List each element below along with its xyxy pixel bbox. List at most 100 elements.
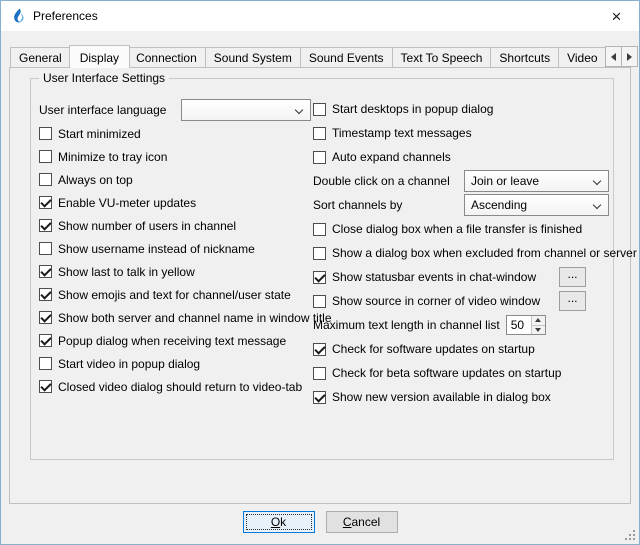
checkbox-username-instead-nickname[interactable]: Show username instead of nickname [39, 237, 311, 260]
ok-button-label: Ok [271, 515, 286, 529]
checkbox-label: Show statusbar events in chat-window [332, 270, 536, 284]
sort-channels-combobox[interactable]: Ascending [464, 194, 609, 216]
checkbox-label: Check for software updates on startup [332, 342, 535, 356]
close-icon: × [612, 8, 622, 25]
checkbox-label: Show number of users in channel [58, 219, 236, 233]
checkbox-show-number-of-users[interactable]: Show number of users in channel [39, 214, 311, 237]
statusbar-events-row: Show statusbar events in chat-window ... [313, 265, 609, 289]
checkbox-minimize-to-tray[interactable]: Minimize to tray icon [39, 145, 311, 168]
sort-channels-row: Sort channels by Ascending [313, 193, 609, 217]
checkbox-box [39, 311, 52, 324]
checkbox-box [313, 127, 326, 140]
tab-text-to-speech[interactable]: Text To Speech [392, 47, 492, 68]
max-text-length-label: Maximum text length in channel list [313, 318, 500, 332]
checkbox-box [313, 343, 326, 356]
checkbox-box [313, 391, 326, 404]
resize-grip[interactable] [624, 529, 636, 541]
checkbox-video-source-corner[interactable]: Show source in corner of video window [313, 294, 540, 308]
spin-up-button[interactable] [532, 316, 545, 326]
tab-connection[interactable]: Connection [127, 47, 206, 68]
tab-video[interactable]: Video [558, 47, 606, 68]
left-column: User interface language Start minimized … [39, 97, 311, 398]
double-click-label: Double click on a channel [313, 174, 450, 188]
tab-display[interactable]: Display [69, 45, 130, 68]
checkbox-statusbar-events[interactable]: Show statusbar events in chat-window [313, 270, 536, 284]
checkbox-start-desktops-popup[interactable]: Start desktops in popup dialog [313, 97, 609, 121]
checkbox-label: Check for beta software updates on start… [332, 366, 561, 380]
checkbox-label: Show username instead of nickname [58, 242, 255, 256]
checkbox-box [313, 151, 326, 164]
checkbox-closed-video-return[interactable]: Closed video dialog should return to vid… [39, 375, 311, 398]
titlebar[interactable]: Preferences × [1, 1, 639, 31]
checkbox-vu-meter-updates[interactable]: Enable VU-meter updates [39, 191, 311, 214]
statusbar-events-options-button[interactable]: ... [559, 267, 586, 287]
checkbox-close-on-file-transfer[interactable]: Close dialog box when a file transfer is… [313, 217, 609, 241]
checkbox-timestamp-messages[interactable]: Timestamp text messages [313, 121, 609, 145]
tab-shortcuts[interactable]: Shortcuts [490, 47, 559, 68]
tab-sound-system[interactable]: Sound System [205, 47, 301, 68]
checkbox-box [313, 247, 326, 260]
tab-scroll-left-button[interactable] [605, 46, 622, 67]
checkbox-label: Show last to talk in yellow [58, 265, 195, 279]
arrow-right-icon [627, 53, 632, 61]
checkbox-label: Show source in corner of video window [332, 294, 540, 308]
arrow-up-icon [535, 318, 541, 322]
sort-channels-label: Sort channels by [313, 198, 402, 212]
window-title: Preferences [33, 9, 98, 23]
checkbox-box [39, 173, 52, 186]
language-combobox[interactable] [181, 99, 311, 121]
checkbox-label: Always on top [58, 173, 133, 187]
checkbox-label: Close dialog box when a file transfer is… [332, 222, 582, 236]
checkbox-label: Start video in popup dialog [58, 357, 200, 371]
arrow-left-icon [611, 53, 616, 61]
tab-scroll-right-button[interactable] [621, 46, 638, 67]
tab-bar: General Display Connection Sound System … [10, 44, 610, 68]
checkbox-label: Timestamp text messages [332, 126, 472, 140]
checkbox-check-software-updates[interactable]: Check for software updates on startup [313, 337, 609, 361]
checkbox-label: Show a dialog box when excluded from cha… [332, 246, 637, 260]
video-source-options-button[interactable]: ... [559, 291, 586, 311]
checkbox-label: Enable VU-meter updates [58, 196, 196, 210]
spinner-value: 50 [507, 316, 531, 334]
double-click-row: Double click on a channel Join or leave [313, 169, 609, 193]
checkbox-emojis-and-text-state[interactable]: Show emojis and text for channel/user st… [39, 283, 311, 306]
checkbox-box [39, 380, 52, 393]
checkbox-label: Show new version available in dialog box [332, 390, 551, 404]
combobox-value: Join or leave [471, 174, 539, 188]
checkbox-show-new-version[interactable]: Show new version available in dialog box [313, 385, 609, 409]
double-click-combobox[interactable]: Join or leave [464, 170, 609, 192]
checkbox-box [39, 334, 52, 347]
checkbox-label: Closed video dialog should return to vid… [58, 380, 302, 394]
checkbox-check-beta-updates[interactable]: Check for beta software updates on start… [313, 361, 609, 385]
checkbox-label: Popup dialog when receiving text message [58, 334, 286, 348]
arrow-down-icon [535, 328, 541, 332]
tab-general[interactable]: General [10, 47, 71, 68]
max-text-length-row: Maximum text length in channel list 50 [313, 313, 609, 337]
tab-sound-events[interactable]: Sound Events [300, 47, 393, 68]
checkbox-auto-expand-channels[interactable]: Auto expand channels [313, 145, 609, 169]
checkbox-last-to-talk-yellow[interactable]: Show last to talk in yellow [39, 260, 311, 283]
checkbox-server-channel-in-title[interactable]: Show both server and channel name in win… [39, 306, 311, 329]
spin-down-button[interactable] [532, 326, 545, 335]
footer: Ok Cancel [1, 507, 639, 537]
checkbox-box [39, 150, 52, 163]
max-text-length-spinner[interactable]: 50 [506, 315, 546, 335]
checkbox-label: Minimize to tray icon [58, 150, 167, 164]
ok-button[interactable]: Ok [243, 511, 315, 533]
close-button[interactable]: × [594, 1, 639, 31]
right-column: Start desktops in popup dialog Timestamp… [313, 97, 609, 409]
checkbox-label: Start desktops in popup dialog [332, 102, 493, 116]
checkbox-excluded-dialog[interactable]: Show a dialog box when excluded from cha… [313, 241, 609, 265]
checkbox-box [313, 367, 326, 380]
chevron-down-icon [295, 105, 303, 113]
checkbox-box [39, 288, 52, 301]
cancel-button[interactable]: Cancel [326, 511, 398, 533]
ui-settings-group: User Interface Settings User interface l… [30, 78, 614, 460]
checkbox-box [39, 127, 52, 140]
checkbox-label: Show emojis and text for channel/user st… [58, 288, 291, 302]
checkbox-always-on-top[interactable]: Always on top [39, 168, 311, 191]
checkbox-start-minimized[interactable]: Start minimized [39, 122, 311, 145]
checkbox-box [313, 271, 326, 284]
checkbox-start-video-popup[interactable]: Start video in popup dialog [39, 352, 311, 375]
checkbox-popup-on-text-message[interactable]: Popup dialog when receiving text message [39, 329, 311, 352]
